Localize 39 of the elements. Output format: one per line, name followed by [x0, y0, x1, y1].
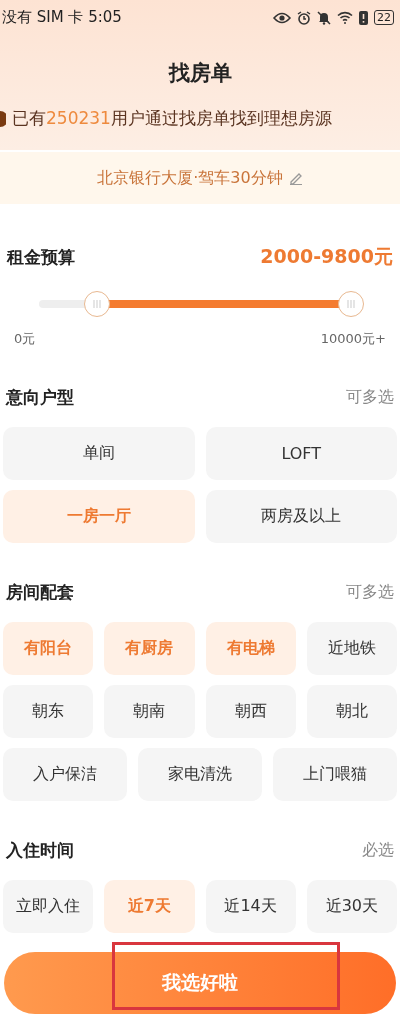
location-text: 北京银行大厦·驾车30分钟	[97, 167, 283, 189]
option-chip[interactable]: 家电清洗	[138, 748, 262, 801]
range-slider[interactable]	[39, 291, 364, 317]
alert-icon	[359, 10, 368, 25]
banner-text: 已有250231用户通过找房单找到理想房源	[12, 107, 332, 130]
slider-handle[interactable]	[338, 291, 364, 317]
section-title: 租金预算	[7, 245, 75, 269]
status-text: 没有 SIM 卡 5:05	[2, 8, 122, 27]
page-title: 找房单	[167, 60, 233, 87]
option-chip[interactable]: 近14天	[205, 880, 296, 933]
section-hint: 可多选	[346, 582, 394, 603]
option-chip[interactable]: 朝北	[306, 685, 397, 738]
mute-bell-icon	[317, 10, 331, 25]
section-hint: 必选	[362, 840, 394, 861]
bullet-icon	[0, 110, 6, 127]
option-chip[interactable]: 朝东	[3, 685, 94, 738]
option-chip[interactable]: 朝南	[104, 685, 195, 738]
budget-value: 2000-9800元	[260, 244, 393, 269]
min-label: 0元	[14, 330, 36, 348]
wifi-icon	[337, 11, 353, 24]
option-chip[interactable]: LOFT	[205, 427, 397, 480]
slider-handle[interactable]	[83, 291, 110, 317]
eye-icon	[273, 11, 291, 24]
max-label: 10000元+	[320, 330, 386, 348]
alarm-icon	[297, 10, 311, 25]
option-chip[interactable]: 朝西	[205, 685, 296, 738]
section-title: 房间配套	[6, 581, 74, 604]
option-chip[interactable]: 近地铁	[306, 622, 397, 675]
option-chip[interactable]: 入户保洁	[3, 748, 127, 801]
section-title: 意向户型	[6, 386, 74, 409]
option-chip[interactable]: 近30天	[306, 880, 397, 933]
option-chip[interactable]: 单间	[3, 427, 195, 480]
section-hint: 可多选	[346, 387, 394, 408]
battery-level: 22	[374, 10, 394, 25]
pencil-icon[interactable]	[288, 171, 303, 185]
option-chip[interactable]: 两房及以上	[205, 490, 397, 543]
option-chip[interactable]: 立即入住	[3, 880, 94, 933]
option-chip[interactable]: 上门喂猫	[273, 748, 397, 801]
section-title: 入住时间	[6, 839, 74, 862]
